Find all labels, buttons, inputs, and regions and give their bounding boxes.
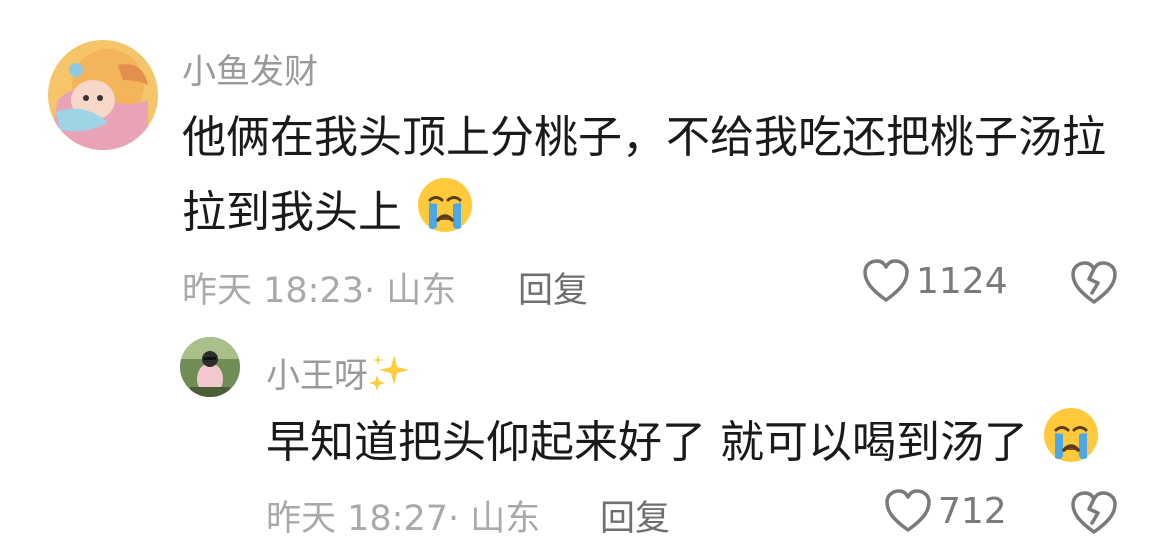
- reply-button[interactable]: 回复: [518, 262, 588, 313]
- like-count: 712: [938, 490, 1007, 532]
- avatar[interactable]: [48, 40, 158, 150]
- dislike-button[interactable]: [1070, 260, 1118, 310]
- like-button[interactable]: 1124: [862, 258, 1008, 304]
- username-text: 小王呀: [266, 356, 368, 396]
- comment-location: 山东: [386, 271, 457, 311]
- username[interactable]: 小鱼发财: [182, 44, 318, 93]
- comment-text: 他俩在我头顶上分桃子，不给我吃还把桃子汤拉: [182, 104, 1106, 172]
- crying-face-icon: [416, 176, 474, 254]
- comment-time: 昨天 18:23: [182, 271, 364, 311]
- comment-text-line: 他俩在我头顶上分桃子，不给我吃还把桃子汤拉: [182, 112, 1106, 163]
- heart-icon: [862, 258, 910, 304]
- sparkles-icon: [368, 353, 412, 402]
- comment-text: 早知道把头仰起来好了 就可以喝到汤了: [266, 406, 1100, 484]
- comment-meta: 昨天 18:27· 山东: [266, 490, 540, 541]
- crying-face-icon: [1042, 406, 1100, 484]
- meta-separator: ·: [364, 271, 376, 311]
- heart-icon: [884, 488, 932, 534]
- broken-heart-icon: [1070, 491, 1118, 540]
- like-count: 1124: [916, 260, 1008, 302]
- reply-button[interactable]: 回复: [600, 490, 670, 541]
- comment-text: 拉到我头上: [182, 176, 474, 254]
- dislike-button[interactable]: [1070, 490, 1118, 540]
- comment-time: 昨天 18:27: [266, 499, 448, 539]
- like-button[interactable]: 712: [884, 488, 1007, 534]
- comment-location: 山东: [470, 499, 541, 539]
- avatar[interactable]: [180, 337, 240, 397]
- meta-separator: ·: [448, 499, 460, 539]
- comment-text-line: 拉到我头上: [182, 187, 402, 238]
- comment-text-line: 早知道把头仰起来好了 就可以喝到汤了: [266, 417, 1028, 468]
- username[interactable]: 小王呀: [266, 348, 412, 402]
- broken-heart-icon: [1070, 261, 1118, 310]
- comment-meta: 昨天 18:23· 山东: [182, 262, 456, 313]
